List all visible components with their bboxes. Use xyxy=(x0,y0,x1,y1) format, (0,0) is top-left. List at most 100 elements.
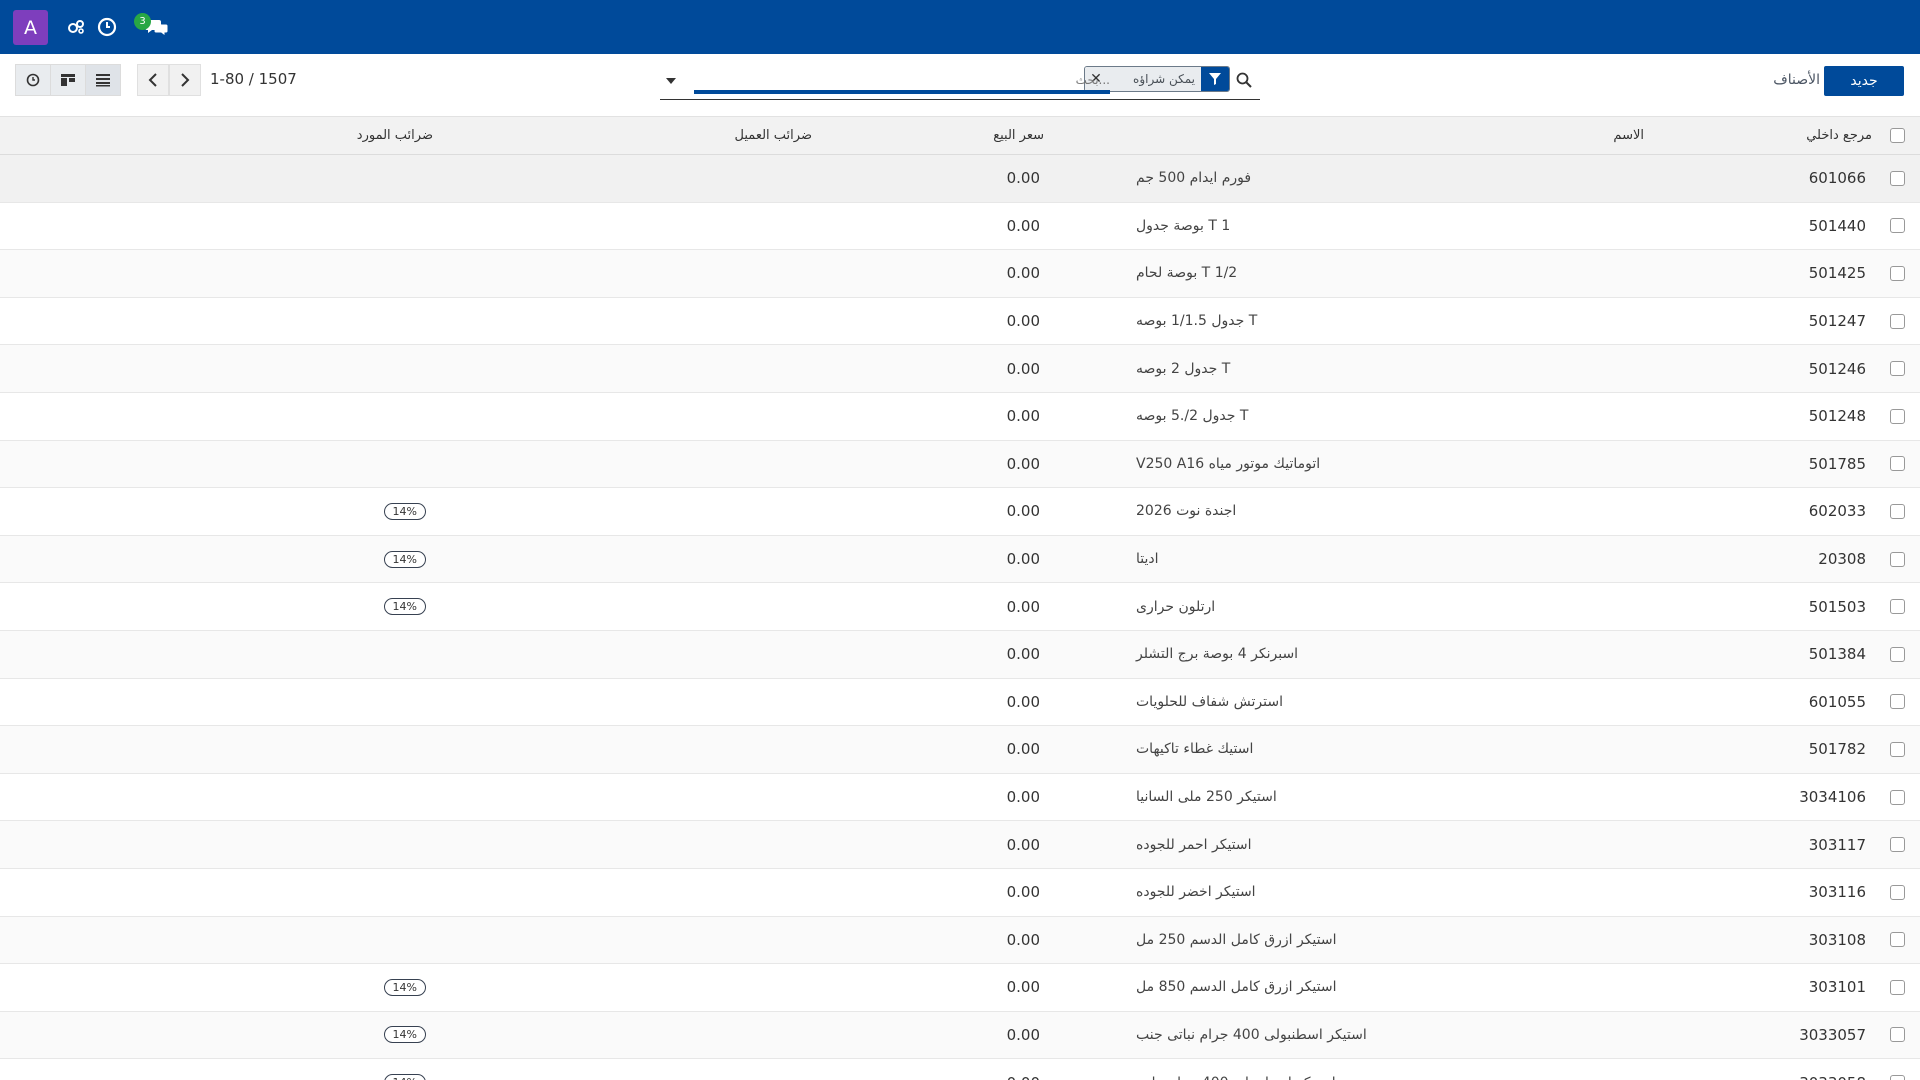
search-icon[interactable] xyxy=(1236,72,1254,90)
column-header-price[interactable]: سعر البيع xyxy=(993,117,1044,154)
row-checkbox[interactable] xyxy=(1888,488,1906,535)
cell-customer-taxes xyxy=(610,1012,810,1059)
caret-down-icon[interactable] xyxy=(666,78,676,84)
row-checkbox[interactable] xyxy=(1888,155,1906,202)
row-checkbox[interactable] xyxy=(1888,298,1906,345)
row-checkbox[interactable] xyxy=(1888,964,1906,1011)
table-row[interactable]: 501425 1/2 T بوصة لحام 0.00 xyxy=(0,250,1920,298)
cell-vendor-taxes xyxy=(226,631,426,678)
table-row[interactable]: 3034106 استيكر 250 ملى السانيا 0.00 xyxy=(0,773,1920,822)
filter-facet-label: يمكن شراؤه xyxy=(1107,67,1201,91)
cell-ref: 501384 xyxy=(1808,645,1866,664)
row-checkbox[interactable] xyxy=(1888,441,1906,488)
table-row[interactable]: 602033 اجندة نوت 2026 0.00 14% xyxy=(0,488,1920,536)
list-view-button[interactable] xyxy=(85,64,121,96)
row-checkbox[interactable] xyxy=(1888,679,1906,726)
filter-icon xyxy=(1201,67,1229,91)
clock-icon[interactable] xyxy=(94,14,120,40)
cell-ref: 501782 xyxy=(1808,740,1866,759)
cell-ref: 601066 xyxy=(1808,169,1866,188)
select-all-checkbox[interactable] xyxy=(1888,117,1906,154)
cell-customer-taxes xyxy=(610,345,810,392)
cell-customer-taxes xyxy=(610,441,810,488)
column-header-vendor-taxes[interactable]: ضرائب المورد xyxy=(357,117,433,154)
cell-price: 0.00 xyxy=(1006,740,1040,759)
table-row[interactable]: 3033057 استيكر اسطنبولى 400 جرام نباتى جن… xyxy=(0,1011,1920,1060)
cell-vendor-taxes xyxy=(226,250,426,297)
row-checkbox[interactable] xyxy=(1888,583,1906,630)
activity-view-button[interactable] xyxy=(15,64,51,96)
table-row[interactable]: 501246 T جدول 2 بوصه 0.00 xyxy=(0,345,1920,393)
row-checkbox[interactable] xyxy=(1888,1012,1906,1059)
row-checkbox[interactable] xyxy=(1888,345,1906,392)
app-avatar[interactable]: A xyxy=(13,10,48,45)
table-row[interactable]: 3033058 استيكر اسطنبولى 400 جرام نباتى 0.0… xyxy=(0,1059,1920,1080)
cell-vendor-taxes: 14% xyxy=(226,1012,426,1059)
cell-price: 0.00 xyxy=(1006,597,1040,616)
cell-customer-taxes xyxy=(610,679,810,726)
table-row[interactable]: 601055 استرتش شفاف للحلويات 0.00 xyxy=(0,678,1920,727)
table-row[interactable]: 303116 استيكر اخضر للجوده 0.00 xyxy=(0,868,1920,917)
table-row[interactable]: 501384 اسبرنكر 4 بوصة برج التشلر 0.00 xyxy=(0,630,1920,679)
row-checkbox[interactable] xyxy=(1888,631,1906,678)
cell-name: استيك غطاء تاكيهات xyxy=(1136,741,1254,758)
cell-customer-taxes xyxy=(610,821,810,868)
kanban-view-button[interactable] xyxy=(50,64,86,96)
cell-price: 0.00 xyxy=(1006,312,1040,331)
row-checkbox[interactable] xyxy=(1888,203,1906,250)
cell-customer-taxes xyxy=(610,726,810,773)
cell-price: 0.00 xyxy=(1006,930,1040,949)
column-header-ref[interactable]: مرجع داخلي xyxy=(1806,117,1872,154)
pager-next-button[interactable] xyxy=(169,64,201,96)
table-row[interactable]: 501247 T جدول 1/1.5 بوصه 0.00 xyxy=(0,297,1920,346)
cell-price: 0.00 xyxy=(1006,645,1040,664)
row-checkbox[interactable] xyxy=(1888,393,1906,440)
cell-name: استيكر اسطنبولى 400 جرام نباتى xyxy=(1136,1059,1636,1080)
cell-ref: 3033057 xyxy=(1799,1025,1866,1044)
row-checkbox[interactable] xyxy=(1888,536,1906,583)
cell-customer-taxes xyxy=(610,774,810,821)
row-checkbox[interactable] xyxy=(1888,726,1906,773)
table-row[interactable]: 501785 اتوماتيك موتور مياه V250 A16 0.00 xyxy=(0,440,1920,489)
cell-price: 0.00 xyxy=(1006,264,1040,283)
search-input[interactable] xyxy=(694,70,1110,94)
new-button[interactable]: جديد xyxy=(1824,66,1904,96)
row-checkbox[interactable] xyxy=(1888,821,1906,868)
row-checkbox[interactable] xyxy=(1888,1059,1906,1080)
cell-ref: 501785 xyxy=(1808,454,1866,473)
cell-name: استرتش شفاف للحلويات xyxy=(1136,693,1283,710)
cell-name: استيكر ازرق كامل الدسم 850 مل xyxy=(1136,979,1337,996)
row-checkbox[interactable] xyxy=(1888,250,1906,297)
table-row[interactable]: 20308 اديتا 0.00 14% xyxy=(0,535,1920,584)
cell-vendor-taxes: 14% xyxy=(226,488,426,535)
table-row[interactable]: 303101 استيكر ازرق كامل الدسم 850 مل 0.00 1… xyxy=(0,964,1920,1012)
column-header-name[interactable]: الاسم xyxy=(1613,117,1644,154)
pager-previous-button[interactable] xyxy=(137,64,169,96)
table-row[interactable]: 601066 فورم ايدام 500 جم 0.00 xyxy=(0,155,1920,203)
cell-name: استيكر احمر للجوده xyxy=(1136,836,1252,853)
row-checkbox[interactable] xyxy=(1888,774,1906,821)
cell-ref: 501248 xyxy=(1808,407,1866,426)
messages-badge: 3 xyxy=(134,13,151,30)
table-row[interactable]: 303108 استيكر ازرق كامل الدسم 250 مل 0.00 xyxy=(0,916,1920,965)
cell-name: 1 T بوصة جدول xyxy=(1136,217,1231,234)
pager-value[interactable]: 1-80 / 1507 xyxy=(210,70,297,88)
control-panel: جديد الأصناف يمكن شراؤه ✕ 1-80 / 1507 xyxy=(0,54,1920,117)
row-checkbox[interactable] xyxy=(1888,869,1906,916)
cell-price: 0.00 xyxy=(1006,788,1040,807)
cell-ref: 303117 xyxy=(1808,835,1866,854)
cell-name: ارتلون حرارى xyxy=(1136,598,1216,615)
cogs-icon[interactable] xyxy=(63,14,89,40)
cell-price: 0.00 xyxy=(1006,692,1040,711)
column-header-customer-taxes[interactable]: ضرائب العميل xyxy=(735,117,812,154)
cell-price: 0.00 xyxy=(1006,978,1040,997)
cell-customer-taxes xyxy=(610,964,810,1011)
table-row[interactable]: 501503 ارتلون حرارى 0.00 14% xyxy=(0,583,1920,631)
table-row[interactable]: 501782 استيك غطاء تاكيهات 0.00 xyxy=(0,726,1920,774)
table-row[interactable]: 501248 T جدول 2/.5 بوصه 0.00 xyxy=(0,392,1920,441)
cell-price: 0.00 xyxy=(1006,1025,1040,1044)
table-row[interactable]: 501440 1 T بوصة جدول 0.00 xyxy=(0,202,1920,251)
row-checkbox[interactable] xyxy=(1888,917,1906,964)
table-row[interactable]: 303117 استيكر احمر للجوده 0.00 xyxy=(0,821,1920,869)
list-icon xyxy=(96,74,110,87)
